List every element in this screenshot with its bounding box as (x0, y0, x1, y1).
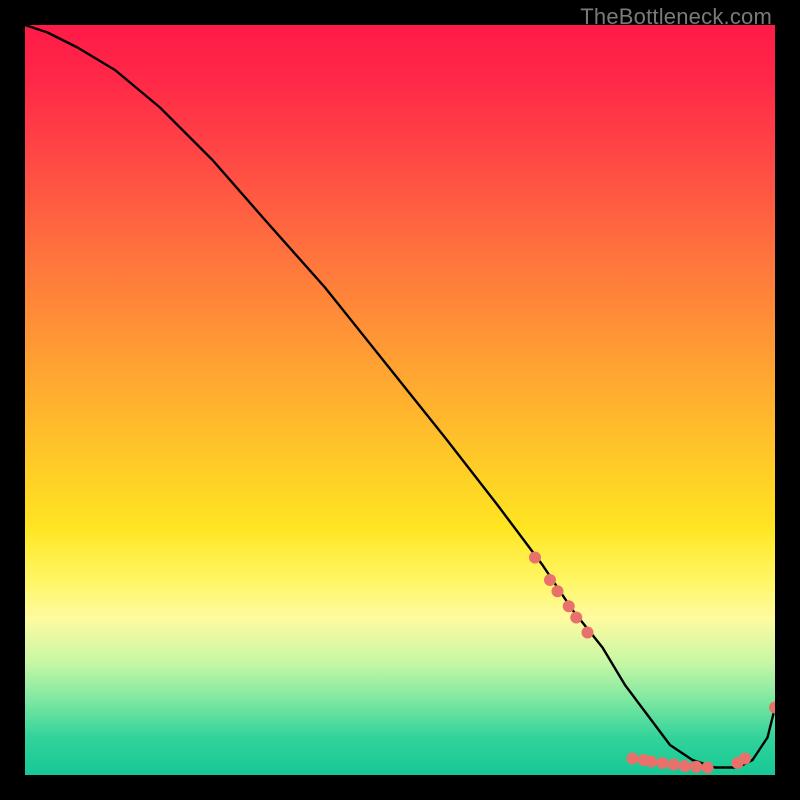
chart-marker-dot (690, 761, 702, 773)
chart-marker-dot (544, 574, 556, 586)
chart-marker-dot (657, 757, 669, 769)
chart-marker-dot (668, 759, 680, 771)
chart-plot-area (25, 25, 775, 775)
chart-marker-dot (570, 612, 582, 624)
chart-marker-dot (645, 756, 657, 768)
watermark-label: TheBottleneck.com (580, 4, 772, 30)
chart-markers (529, 552, 775, 774)
chart-curve (25, 25, 775, 768)
chart-marker-dot (529, 552, 541, 564)
chart-marker-dot (679, 760, 691, 772)
chart-marker-dot (582, 627, 594, 639)
chart-marker-dot (739, 753, 751, 765)
chart-frame: TheBottleneck.com (0, 0, 800, 800)
chart-overlay-svg (25, 25, 775, 775)
chart-marker-dot (769, 702, 775, 714)
chart-marker-dot (702, 762, 714, 774)
chart-marker-dot (552, 585, 564, 597)
chart-marker-dot (627, 753, 639, 765)
chart-marker-dot (563, 600, 575, 612)
